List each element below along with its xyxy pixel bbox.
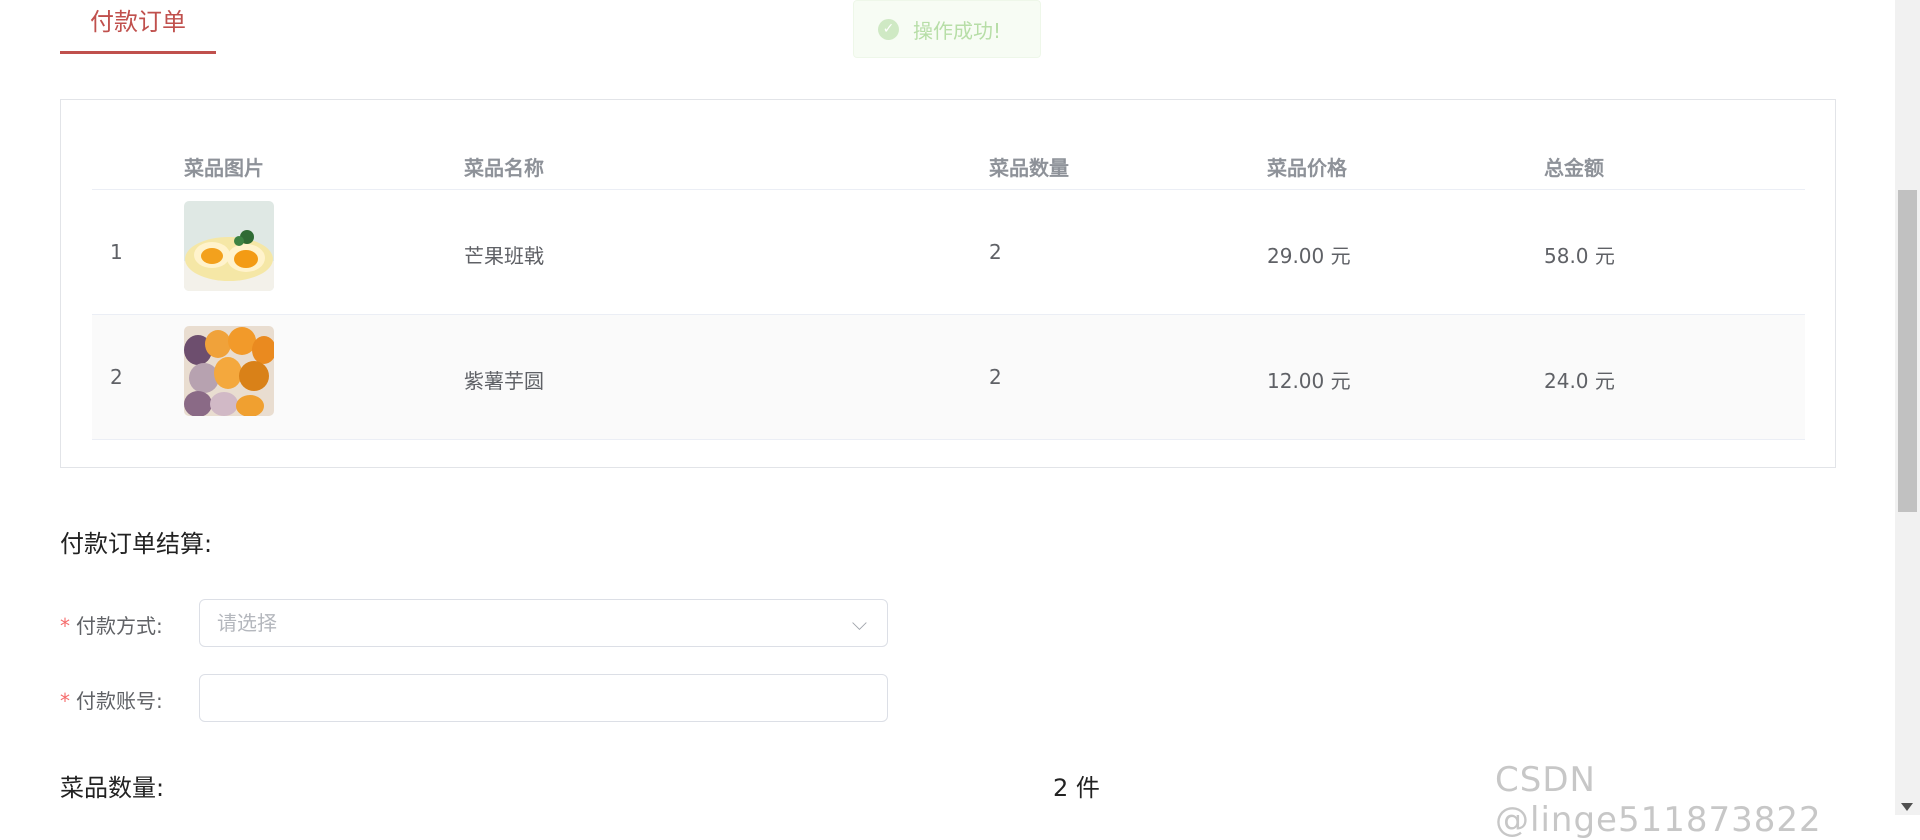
dish-price: 29.00 元 [1267, 244, 1351, 268]
header-dish-name: 菜品名称 [464, 156, 544, 180]
dish-qty-summary-label: 菜品数量: [60, 774, 165, 802]
row-index: 2 [110, 365, 123, 389]
required-asterisk: * [60, 689, 70, 713]
dish-qty: 2 [989, 240, 1002, 264]
header-dish-image: 菜品图片 [184, 156, 264, 180]
dish-total: 24.0 元 [1544, 369, 1615, 393]
table-header: 菜品图片 菜品名称 菜品数量 菜品价格 总金额 [92, 136, 1805, 190]
payment-method-placeholder: 请选择 [217, 611, 277, 635]
tab-pay-order[interactable]: 付款订单 [60, 0, 216, 54]
dish-name: 芒果班戟 [464, 244, 544, 268]
required-asterisk: * [60, 614, 70, 638]
watermark: CSDN @linge511873822 [1495, 760, 1822, 840]
dish-name: 紫薯芋圆 [464, 369, 544, 393]
dish-image-taro-balls [184, 326, 274, 416]
row-index: 1 [110, 240, 123, 264]
scroll-down-arrow-icon[interactable] [1901, 803, 1913, 811]
scrollbar-thumb[interactable] [1898, 190, 1917, 512]
account-input[interactable] [199, 674, 888, 722]
dish-qty-summary-value: 2 件 [1053, 774, 1100, 802]
header-dish-qty: 菜品数量 [989, 156, 1069, 180]
dish-price: 12.00 元 [1267, 369, 1351, 393]
order-table-panel: 菜品图片 菜品名称 菜品数量 菜品价格 总金额 1 芒果班戟 2 29.00 元… [60, 99, 1836, 468]
success-toast: ✓ 操作成功! [853, 0, 1041, 58]
dish-qty: 2 [989, 365, 1002, 389]
checkout-title: 付款订单结算: [60, 530, 213, 558]
chevron-down-icon: ⌵ [851, 611, 867, 635]
dish-image-mango-pancake [184, 201, 274, 291]
header-total: 总金额 [1544, 156, 1604, 180]
toast-text: 操作成功! [913, 18, 1002, 43]
account-label: * 付款账号: [60, 685, 163, 714]
check-circle-icon: ✓ [878, 18, 899, 40]
table-row: 1 芒果班戟 2 29.00 元 58.0 元 [92, 190, 1805, 315]
vertical-scrollbar[interactable] [1895, 0, 1920, 815]
account-label-text: 付款账号: [76, 689, 163, 713]
payment-method-select[interactable]: 请选择 ⌵ [199, 599, 888, 647]
header-dish-price: 菜品价格 [1267, 156, 1347, 180]
table-row: 2 紫薯芋圆 2 12.00 元 24.0 元 [92, 315, 1805, 440]
payment-method-label: * 付款方式: [60, 610, 163, 639]
payment-method-label-text: 付款方式: [76, 614, 163, 638]
dish-total: 58.0 元 [1544, 244, 1615, 268]
